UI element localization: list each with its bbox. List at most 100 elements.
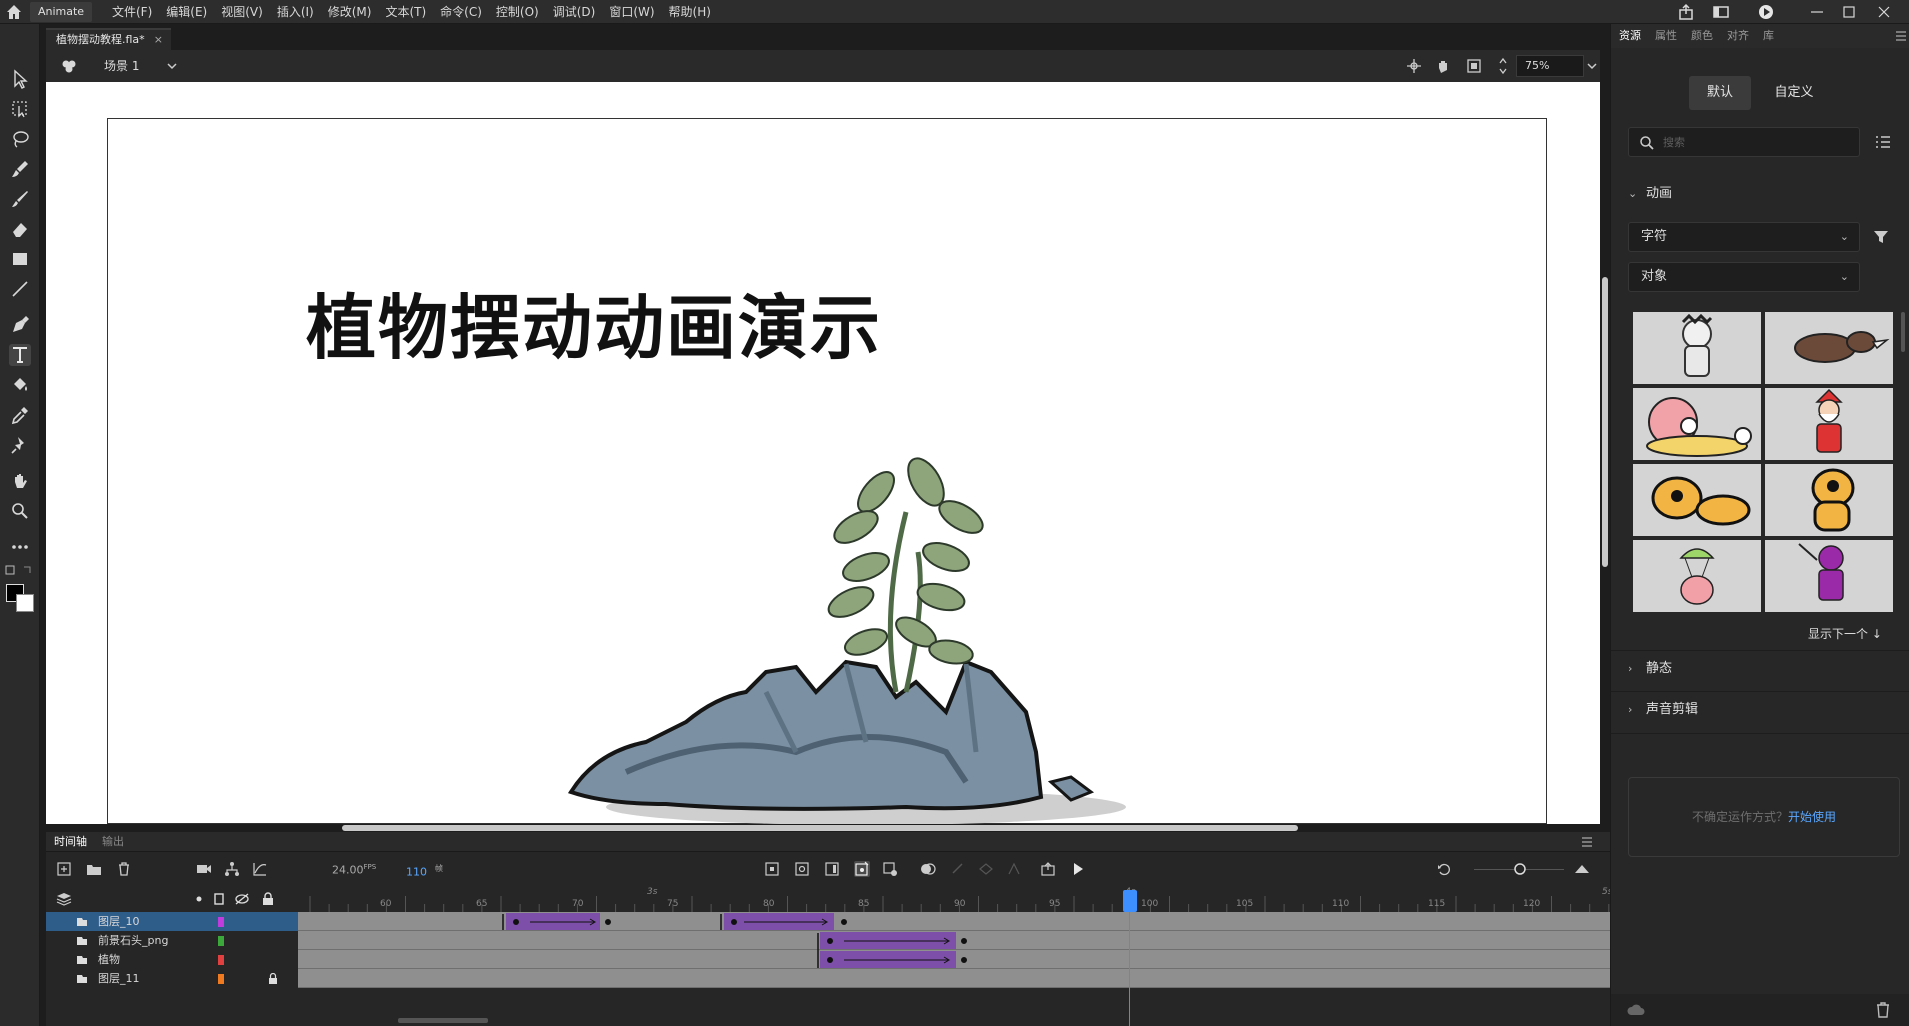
new-layer-icon[interactable]: [56, 861, 72, 877]
paint-brush-tool-icon[interactable]: [9, 158, 31, 180]
clip-content-icon[interactable]: [1466, 58, 1482, 74]
insert-blank-keyframe-icon[interactable]: [794, 861, 810, 877]
asset-thumbnail[interactable]: [1765, 312, 1893, 384]
paint-bucket-tool-icon[interactable]: [9, 374, 31, 396]
publish-icon[interactable]: [1677, 3, 1695, 21]
pin-tool-icon[interactable]: [9, 434, 31, 456]
eraser-tool-icon[interactable]: [9, 218, 31, 240]
timeline-zoom-handle-icon[interactable]: [1512, 861, 1528, 877]
close-tab-icon[interactable]: ×: [154, 30, 163, 50]
frame-grid[interactable]: [298, 912, 1610, 1026]
lock-all-layers-icon[interactable]: [262, 892, 274, 906]
list-view-icon[interactable]: [1875, 135, 1891, 149]
text-tool[interactable]: [9, 344, 31, 366]
zoom-dropdown-chevron-icon[interactable]: [1586, 60, 1598, 72]
asset-thumbnail[interactable]: [1633, 312, 1761, 384]
more-tools-icon[interactable]: [9, 536, 31, 558]
menu-control[interactable]: 控制(O): [496, 0, 539, 24]
rewind-icon[interactable]: [1436, 861, 1452, 877]
tab-assets[interactable]: 资源: [1619, 24, 1641, 48]
layer-name[interactable]: 图层_11: [98, 969, 140, 988]
zoom-input[interactable]: 75%: [1516, 55, 1584, 77]
trash-icon[interactable]: [1875, 1001, 1891, 1019]
horizontal-scroll-thumb[interactable]: [342, 825, 1298, 831]
menu-view[interactable]: 视图(V): [221, 0, 263, 24]
filter-icon[interactable]: [1873, 229, 1889, 245]
hide-all-layers-icon[interactable]: [234, 892, 250, 906]
layer-row-1[interactable]: 图层_10: [46, 912, 298, 931]
asset-thumbnail[interactable]: [1765, 388, 1893, 460]
tab-align[interactable]: 对齐: [1727, 24, 1749, 48]
current-frame-readout[interactable]: 110 帧: [406, 863, 443, 879]
fill-color-swatch[interactable]: [16, 594, 34, 612]
outline-mode-icon[interactable]: [214, 893, 224, 905]
auto-keyframe-icon[interactable]: [854, 861, 870, 877]
fps-readout[interactable]: 24.00FPS: [332, 863, 376, 877]
layer-name[interactable]: 图层_10: [98, 912, 140, 931]
asset-thumbnail[interactable]: [1633, 464, 1761, 536]
zoom-tool-icon[interactable]: [9, 500, 31, 522]
asset-search[interactable]: [1628, 127, 1860, 157]
snap-icon[interactable]: [1406, 58, 1422, 74]
document-tab[interactable]: 植物摆动教程.fla* ×: [46, 28, 171, 50]
delete-layer-icon[interactable]: [116, 861, 132, 877]
rectangle-tool-icon[interactable]: [9, 248, 31, 270]
asset-thumbnail[interactable]: [1633, 540, 1761, 612]
highlight-layers-dot-icon[interactable]: [196, 896, 202, 902]
segment-custom[interactable]: 自定义: [1755, 76, 1833, 110]
insert-frame-icon[interactable]: [824, 861, 840, 877]
menu-help[interactable]: 帮助(H): [669, 0, 711, 24]
tab-output[interactable]: 输出: [102, 832, 124, 852]
layer-parenting-icon[interactable]: [224, 861, 240, 877]
center-frame-icon[interactable]: [1006, 861, 1022, 877]
playhead-handle[interactable]: [1123, 890, 1137, 912]
menu-window[interactable]: 窗口(W): [609, 0, 654, 24]
insert-keyframe-icon[interactable]: [764, 861, 780, 877]
onion-skin-icon[interactable]: [920, 861, 936, 877]
test-movie-icon[interactable]: [1757, 3, 1775, 21]
stage-horizontal-scrollbar[interactable]: [46, 824, 1600, 832]
export-video-icon[interactable]: [1040, 861, 1056, 877]
brush-tool-icon[interactable]: [9, 188, 31, 210]
layer-color-swatch[interactable]: [218, 936, 224, 946]
layer-lock-icon[interactable]: [268, 973, 278, 984]
menu-commands[interactable]: 命令(C): [440, 0, 482, 24]
tab-library[interactable]: 库: [1763, 24, 1774, 48]
section-static[interactable]: › 静态: [1611, 651, 1909, 687]
timeline-horizontal-scroll-thumb[interactable]: [398, 1018, 488, 1023]
show-next-link[interactable]: 显示下一个 ↓: [1808, 625, 1882, 642]
asset-grid-scrollbar[interactable]: [1901, 312, 1905, 352]
free-transform-tool-icon[interactable]: [9, 98, 31, 120]
menu-insert[interactable]: 插入(I): [277, 0, 314, 24]
tab-timeline[interactable]: 时间轴: [54, 832, 87, 852]
line-tool-icon[interactable]: [9, 278, 31, 300]
edit-scene-icon[interactable]: [60, 57, 78, 75]
layer-color-swatch[interactable]: [218, 955, 224, 965]
panel-menu-icon[interactable]: [1895, 30, 1907, 42]
asset-thumbnail[interactable]: [1633, 388, 1761, 460]
loop-icon-disabled[interactable]: [978, 861, 994, 877]
graph-editor-icon[interactable]: [252, 861, 268, 877]
create-tween-icon[interactable]: [882, 861, 898, 877]
menu-edit[interactable]: 编辑(E): [166, 0, 207, 24]
home-icon[interactable]: [4, 2, 24, 22]
minimize-icon[interactable]: [1808, 3, 1826, 21]
layer-name[interactable]: 植物: [98, 950, 120, 969]
screen-mode-icon[interactable]: [1712, 3, 1730, 21]
get-started-link[interactable]: 开始使用: [1788, 810, 1836, 824]
character-dropdown[interactable]: 字符 ⌄: [1628, 222, 1860, 252]
layer-color-swatch[interactable]: [218, 917, 224, 927]
vertical-scroll-thumb[interactable]: [1602, 277, 1608, 567]
close-window-icon[interactable]: [1875, 3, 1893, 21]
section-animation[interactable]: ⌄ 动画: [1611, 176, 1909, 212]
stage-pasteboard[interactable]: 植物摆动动画演示: [46, 82, 1600, 824]
frame-size-icon[interactable]: [1574, 861, 1590, 877]
layer-row-4[interactable]: 图层_11: [46, 969, 298, 988]
menu-modify[interactable]: 修改(M): [328, 0, 372, 24]
layer-row-2[interactable]: 前景石头_png: [46, 931, 298, 950]
new-folder-icon[interactable]: [86, 861, 102, 877]
frame-ruler[interactable]: 3s 4s 5s 60 65 70 75 80 85 90 95 100 105…: [298, 886, 1629, 912]
edit-multiple-frames-icon[interactable]: [950, 861, 966, 877]
panel-menu-icon[interactable]: [1580, 836, 1594, 848]
plant-on-rocks-illustration[interactable]: [566, 452, 1126, 824]
